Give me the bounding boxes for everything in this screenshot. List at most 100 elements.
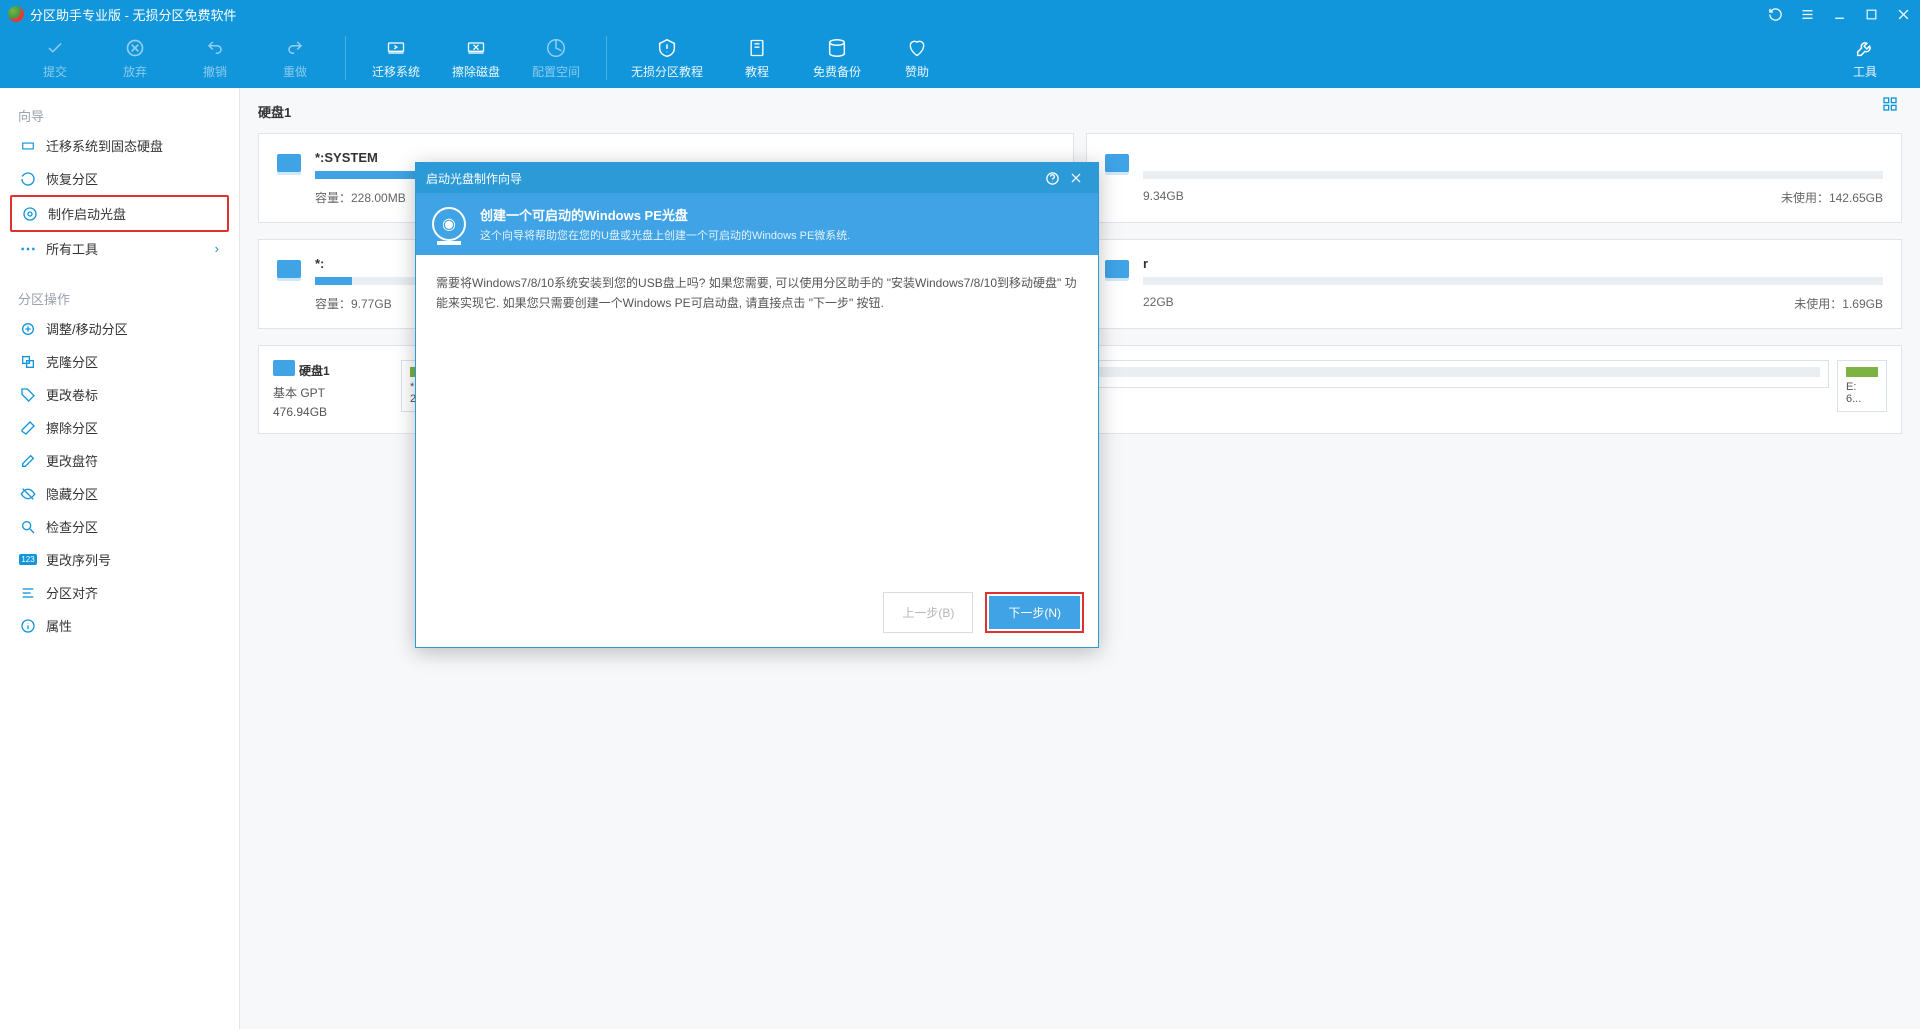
disk-icon <box>277 260 301 278</box>
redo-label: 重做 <box>283 63 307 80</box>
disk-title: 硬盘1 <box>258 102 1902 121</box>
sidebar-item-resize[interactable]: 调整/移动分区 <box>10 312 229 345</box>
wipe-button[interactable]: 擦除磁盘 <box>436 30 516 86</box>
recover-icon <box>20 171 36 187</box>
next-button[interactable]: 下一步(N) <box>989 596 1080 629</box>
sidebar-item-label: 所有工具 <box>46 239 98 258</box>
minimize-icon[interactable] <box>1830 5 1848 23</box>
window-title: 分区助手专业版 - 无损分区免费软件 <box>30 5 1766 24</box>
sidebar-item-label: 恢复分区 <box>46 169 98 188</box>
toolbar: 提交 放弃 撤销 重做 迁移系统 擦除磁盘 配置空间 无损分区教程 教程 免费备… <box>0 28 1920 88</box>
close-icon[interactable] <box>1064 166 1088 190</box>
separator <box>345 36 346 80</box>
info-icon <box>20 618 36 634</box>
modal-titlebar: 启动光盘制作向导 <box>416 163 1098 193</box>
titlebar: 分区助手专业版 - 无损分区免费软件 <box>0 0 1920 28</box>
disk-icon <box>273 360 295 376</box>
backup-button[interactable]: 免费备份 <box>797 30 877 86</box>
migrate-button[interactable]: 迁移系统 <box>356 30 436 86</box>
sidebar-item-label: 更改序列号 <box>46 550 111 569</box>
quota-label: 配置空间 <box>532 63 580 80</box>
resize-icon <box>20 321 36 337</box>
quota-button[interactable]: 配置空间 <box>516 30 596 86</box>
usage-bar <box>1143 277 1883 285</box>
sidebar-item-label: 调整/移动分区 <box>46 319 128 338</box>
menu-icon[interactable] <box>1798 5 1816 23</box>
serial-icon: 123 <box>20 552 36 568</box>
sidebar-item-letter[interactable]: 更改盘符 <box>10 444 229 477</box>
tutorial-button[interactable]: 无损分区教程 <box>617 30 717 86</box>
sidebar-item-label: 克隆分区 <box>46 352 98 371</box>
disk-icon <box>1105 260 1129 278</box>
disk-type: 基本 GPT <box>273 384 393 401</box>
sidebar-item-props[interactable]: 属性 <box>10 609 229 642</box>
usage-bar <box>1143 171 1883 179</box>
free-label: 未使用：142.65GB <box>1781 189 1883 206</box>
free-label: 未使用：1.69GB <box>1794 295 1883 312</box>
sidebar-item-recover[interactable]: 恢复分区 <box>10 162 229 195</box>
sidebar-item-check[interactable]: 检查分区 <box>10 510 229 543</box>
backup-label: 免费备份 <box>813 63 861 80</box>
sidebar-item-label: 检查分区 <box>46 517 98 536</box>
tools-button[interactable]: 工具 <box>1825 30 1905 86</box>
clone-icon <box>20 354 36 370</box>
disk-size: 476.94GB <box>273 405 393 419</box>
discard-label: 放弃 <box>123 63 147 80</box>
partition-card[interactable]: r 22GB未使用：1.69GB <box>1086 239 1902 329</box>
modal-header-title: 创建一个可启动的Windows PE光盘 <box>480 205 850 224</box>
sidebar-item-label[interactable]: 更改卷标 <box>10 378 229 411</box>
discard-button[interactable]: 放弃 <box>95 30 175 86</box>
sidebar-item-label: 擦除分区 <box>46 418 98 437</box>
sidebar-item-bootdisc[interactable]: 制作启动光盘 <box>10 195 229 232</box>
sponsor-label: 赞助 <box>905 63 929 80</box>
undo-button[interactable]: 撤销 <box>175 30 255 86</box>
disk-name: 硬盘1 <box>299 362 330 379</box>
sidebar-item-label: 分区对齐 <box>46 583 98 602</box>
close-icon[interactable] <box>1894 5 1912 23</box>
sidebar: 向导 迁移系统到固态硬盘 恢复分区 制作启动光盘 ⋯所有工具› 分区操作 调整/… <box>0 88 240 1029</box>
modal-title: 启动光盘制作向导 <box>426 170 1040 187</box>
sidebar-item-label: 迁移系统到固态硬盘 <box>46 136 163 155</box>
capacity-label: 容量：228.00MB <box>315 189 406 206</box>
capacity-label: 容量：9.77GB <box>315 295 392 312</box>
modal-header: ◉ 创建一个可启动的Windows PE光盘 这个向导将帮助您在您的U盘或光盘上… <box>416 193 1098 255</box>
redo-button[interactable]: 重做 <box>255 30 335 86</box>
sidebar-item-label: 制作启动光盘 <box>48 204 126 223</box>
disk-info[interactable]: 硬盘1 基本 GPT 476.94GB <box>273 360 393 419</box>
align-icon <box>20 585 36 601</box>
sidebar-item-wipe[interactable]: 擦除分区 <box>10 411 229 444</box>
disc-icon <box>22 206 38 222</box>
next-button-highlight: 下一步(N) <box>985 592 1084 633</box>
maximize-icon[interactable] <box>1862 5 1880 23</box>
help-icon[interactable] <box>1040 166 1064 190</box>
sidebar-item-clone[interactable]: 克隆分区 <box>10 345 229 378</box>
used-label: 22GB <box>1143 295 1174 312</box>
disk-map-part[interactable]: E:6... <box>1837 360 1887 412</box>
tools-label: 工具 <box>1853 63 1877 80</box>
dots-icon: ⋯ <box>20 241 36 257</box>
sidebar-item-hide[interactable]: 隐藏分区 <box>10 477 229 510</box>
sidebar-item-label: 属性 <box>46 616 72 635</box>
part-size: 6... <box>1846 393 1878 405</box>
grid-view-icon[interactable] <box>1880 94 1900 114</box>
partition-card[interactable]: 9.34GB未使用：142.65GB <box>1086 133 1902 223</box>
sidebar-section-wizard: 向导 <box>10 98 229 129</box>
sidebar-item-alltools[interactable]: ⋯所有工具› <box>10 232 229 265</box>
separator <box>606 36 607 80</box>
sidebar-item-label: 更改卷标 <box>46 385 98 404</box>
sidebar-item-migrate-ssd[interactable]: 迁移系统到固态硬盘 <box>10 129 229 162</box>
tutorial-label: 无损分区教程 <box>631 63 703 80</box>
sidebar-item-label: 隐藏分区 <box>46 484 98 503</box>
modal-body: 需要将Windows7/8/10系统安装到您的USB盘上吗? 如果您需要, 可以… <box>416 255 1098 578</box>
sidebar-item-serial[interactable]: 123 更改序列号 <box>10 543 229 576</box>
disk-icon <box>1105 154 1129 172</box>
migrate-label: 迁移系统 <box>372 63 420 80</box>
sidebar-section-ops: 分区操作 <box>10 281 229 312</box>
sponsor-button[interactable]: 赞助 <box>877 30 957 86</box>
submit-button[interactable]: 提交 <box>15 30 95 86</box>
sidebar-item-align[interactable]: 分区对齐 <box>10 576 229 609</box>
guide-button[interactable]: 教程 <box>717 30 797 86</box>
disc-icon: ◉ <box>432 207 466 241</box>
search-icon <box>20 519 36 535</box>
refresh-icon[interactable] <box>1766 5 1784 23</box>
